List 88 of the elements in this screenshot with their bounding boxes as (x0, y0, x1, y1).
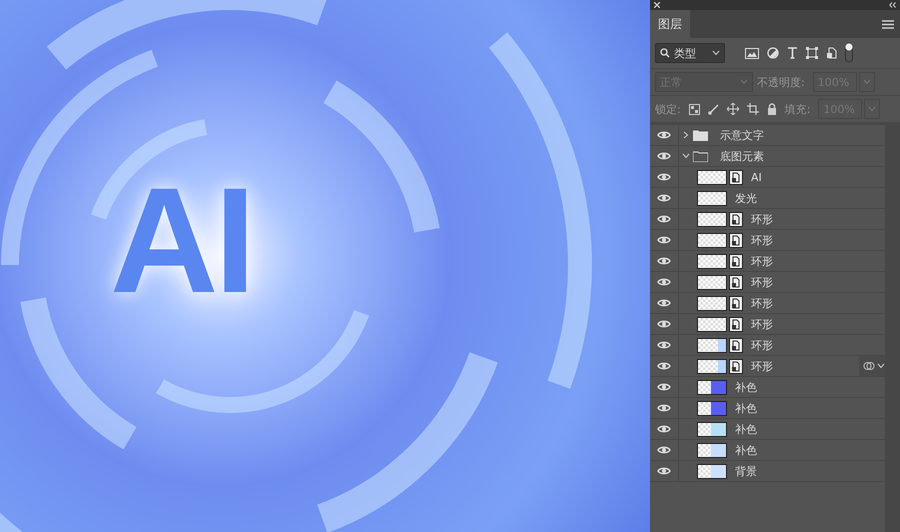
chevron-down-icon[interactable] (682, 153, 690, 159)
eye-icon[interactable] (657, 403, 671, 413)
layer-name[interactable]: 补色 (735, 422, 757, 436)
crop-icon[interactable] (746, 103, 759, 115)
close-icon[interactable] (654, 2, 660, 8)
smart-object-icon (729, 358, 743, 374)
layer-name[interactable]: 环形 (751, 274, 773, 290)
layer-thumbnail (697, 274, 727, 290)
layer-thumbnail (697, 464, 727, 478)
layer-thumbnail (697, 400, 727, 416)
layer-name[interactable]: 示意文字 (720, 128, 764, 142)
caret-icon (740, 79, 748, 85)
layer-thumbnail (697, 422, 727, 436)
image-filter-icon[interactable] (745, 48, 759, 58)
layer-thumbnail (697, 358, 727, 374)
layer-name[interactable]: 环形 (751, 232, 773, 248)
smart-object-icon (729, 254, 743, 268)
eye-icon[interactable] (657, 235, 671, 245)
layer-name[interactable]: 环形 (751, 212, 773, 226)
smart-object-icon (729, 296, 743, 310)
layer-thumbnail (697, 170, 727, 184)
layer-name[interactable]: 环形 (751, 358, 773, 374)
layer-name[interactable]: 补色 (735, 380, 757, 394)
eye-icon[interactable] (657, 130, 671, 140)
layer-thumbnail (697, 316, 727, 332)
filter-dropdown[interactable]: 类型 (655, 43, 725, 63)
smart-object-icon (729, 316, 743, 332)
layer-name[interactable]: 补色 (735, 400, 757, 416)
shape-filter-icon[interactable] (806, 47, 818, 59)
eye-icon[interactable] (657, 382, 671, 392)
smart-object-filter-icon[interactable] (826, 47, 837, 59)
toggle-switch-icon[interactable] (845, 43, 853, 63)
layer-name[interactable]: 补色 (735, 442, 757, 458)
eye-icon[interactable] (657, 466, 671, 476)
eye-icon[interactable] (657, 340, 671, 350)
smart-object-icon (729, 170, 743, 184)
fill-label: 填充: (784, 102, 810, 116)
eye-icon[interactable] (657, 277, 671, 287)
caret-icon (712, 50, 720, 56)
eye-icon[interactable] (657, 256, 671, 266)
smart-object-icon (729, 338, 743, 352)
layer-name[interactable]: 环形 (751, 316, 773, 332)
eye-icon[interactable] (657, 361, 671, 371)
layer-thumbnail (697, 380, 727, 394)
layer-name[interactable]: 环形 (751, 296, 773, 310)
layer-thumbnail (697, 338, 727, 352)
type-filter-icon[interactable] (787, 47, 798, 59)
layers-tab[interactable]: 图层 (650, 10, 690, 38)
folder-icon (693, 130, 708, 140)
layer-name[interactable]: 环形 (751, 254, 773, 268)
eye-icon[interactable] (657, 319, 671, 329)
search-icon (660, 48, 670, 58)
caret-icon[interactable] (877, 363, 885, 369)
layer-name[interactable]: 底图元素 (720, 148, 764, 164)
move-icon[interactable] (726, 103, 739, 115)
eye-icon[interactable] (657, 298, 671, 308)
layer-thumbnail (697, 442, 727, 458)
layer-name[interactable]: 背景 (735, 464, 757, 478)
layer-name[interactable]: AI (751, 170, 762, 184)
artwork-title: AI (110, 165, 252, 315)
layer-thumbnail (697, 296, 727, 310)
layer-thumbnail (697, 212, 727, 226)
eye-icon[interactable] (657, 172, 671, 182)
lock-label: 锁定: (655, 102, 681, 116)
smart-object-icon (729, 232, 743, 248)
layer-name[interactable]: 发光 (735, 190, 757, 206)
chevron-right-icon[interactable] (683, 131, 689, 139)
eye-icon[interactable] (657, 151, 671, 161)
opacity-label: 不透明度: (757, 74, 805, 90)
smart-object-icon (729, 274, 743, 290)
layer-thumbnail (697, 254, 727, 268)
adjustment-filter-icon[interactable] (767, 47, 779, 59)
eye-icon[interactable] (657, 214, 671, 224)
double-chevron-left-icon[interactable] (889, 2, 896, 8)
eye-icon[interactable] (657, 424, 671, 434)
layer-thumbnail (697, 190, 727, 206)
scrollbar-track[interactable] (885, 125, 900, 532)
layer-name[interactable]: 环形 (751, 338, 773, 352)
layer-thumbnail (697, 232, 727, 248)
brush-icon[interactable] (708, 104, 719, 114)
lock-icon[interactable] (766, 103, 777, 115)
blending-options-icon[interactable] (863, 361, 875, 371)
eye-icon[interactable] (657, 193, 671, 203)
menu-icon[interactable] (882, 20, 894, 28)
eye-icon[interactable] (657, 445, 671, 455)
checkerboard-icon[interactable] (688, 104, 700, 114)
folder-icon (693, 150, 708, 162)
smart-object-icon (729, 212, 743, 226)
